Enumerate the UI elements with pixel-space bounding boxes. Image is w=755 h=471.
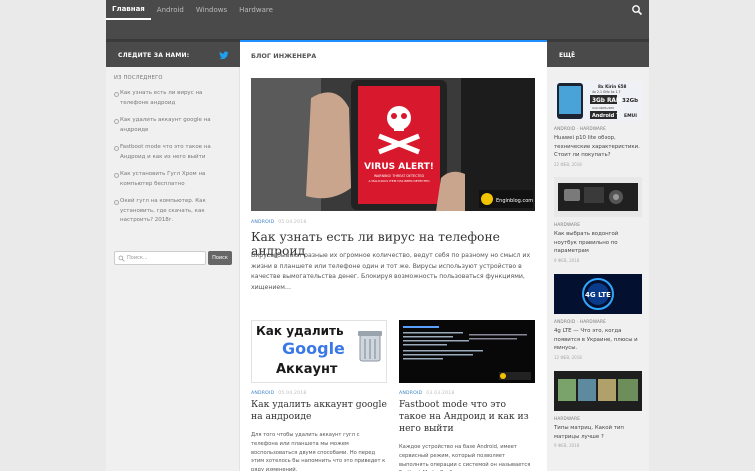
recent-heading: ИЗ ПОСЛЕДНЕГО [114,75,163,81]
blog-header: БЛОГ ИНЖЕНЕРА [240,40,547,67]
spec-text: EMUI [624,113,637,119]
nav-item-android[interactable]: Android [151,0,190,20]
main-content: VIRUS ALERT! WARNING! THREAT DETECTED A … [240,67,547,471]
image-logo-text: Enginblog.com [496,198,533,204]
sidebar-post-category[interactable]: HARDWARE [554,416,642,421]
recent-item[interactable]: Fastboot mode что это такое на Андроид и… [114,143,232,162]
thumb-text: Аккаунт [276,362,338,377]
thumb-text: Как удалить [256,324,344,338]
category-link[interactable]: ANDROID [251,220,274,225]
spec-text: Android 7 [592,113,620,119]
sidebar-post-thumbnail[interactable] [554,177,642,217]
category-link[interactable]: ANDROID [251,391,274,396]
spec-text: 4x 2.1 GHz 4x 1.7 [592,90,621,94]
left-sidebar: ИЗ ПОСЛЕДНЕГО Как узнать есть ли вирус н… [106,67,240,471]
sidebar-post-thumbnail[interactable] [554,371,642,411]
post-card: ANDROID 03.03.2018 Fastboot mode что это … [399,320,535,471]
search-icon[interactable] [631,4,643,16]
more-label: ЕЩЁ [559,52,576,59]
sidebar-post-category[interactable]: HARDWARE [554,222,642,227]
post-meta: ANDROID 05.04.2018 [251,391,387,396]
sidebar-post: 8x Kirin 658 4x 2.1 GHz 4x 1.7 3Gb RAM 3… [554,81,642,167]
post-thumbnail[interactable] [399,320,535,383]
post-meta: ANDROID 03.03.2018 [399,391,535,396]
sidebar-post-date: 9 ФЕВ, 2018 [554,443,580,449]
search-button[interactable]: Поиск [208,251,232,265]
sidebar-post-category[interactable]: ANDROID · HARDWARE [554,126,642,131]
sidebar-post: 4G LTE ANDROID · HARDWARE 4g LTE — Что э… [554,274,642,360]
nav-item-hardware[interactable]: Hardware [233,0,279,20]
sidebar-post-title[interactable]: Типы матриц. Какой тип матрицы лучше ? [554,424,642,441]
twitter-icon[interactable] [219,51,229,60]
nav-item-home[interactable]: Главная [106,0,151,20]
sidebar-post-thumbnail[interactable]: 8x Kirin 658 4x 2.1 GHz 4x 1.7 3Gb RAM 3… [554,81,642,121]
spec-text: 8x Kirin 658 [598,84,627,89]
sidebar-post-date: 22 ФЕВ, 2018 [554,162,582,168]
sidebar-post: HARDWARE Как выбрать водонгой ноутбук пр… [554,177,642,263]
post-date: 03.03.2018 [426,391,455,396]
search-placeholder: Поиск... [127,255,148,261]
post-date: 05.04.2018 [278,220,307,225]
sidebar-post-title[interactable]: Как выбрать водонгой ноутбук правильно п… [554,230,642,256]
recent-item[interactable]: Как удалить аккаунт google на андроиде [114,116,232,135]
virus-alert-text: VIRUS ALERT! [364,162,434,172]
post-title[interactable]: Fastboot mode что это такое на Андроид и… [399,399,535,435]
featured-image[interactable]: VIRUS ALERT! WARNING! THREAT DETECTED A … [251,78,535,211]
more-header: ЕЩЁ [547,40,649,67]
follow-us-label: СЛЕДИТЕ ЗА НАМИ: [118,52,190,59]
spec-text: microSIM+SIM [592,106,614,110]
search-icon [118,255,125,262]
sidebar-post: HARDWARE Типы матриц. Какой тип матрицы … [554,371,642,448]
sidebar-post-category[interactable]: ANDROID · HARDWARE [554,319,642,324]
recent-list: Как узнать есть ли вирус на телефоне анд… [114,89,232,234]
warning-text: WARNING! THREAT DETECTED [374,174,425,178]
post-title[interactable]: Как удалить аккаунт google на андроиде [251,399,387,423]
spec-text: 3Gb RAM [592,98,622,104]
featured-excerpt: Вирусы бывают разные их огромное количес… [251,252,531,291]
blog-title: БЛОГ ИНЖЕНЕРА [251,52,317,60]
right-sidebar: 8x Kirin 658 4x 2.1 GHz 4x 1.7 3Gb RAM 3… [547,67,649,471]
category-link[interactable]: ANDROID [399,391,422,396]
sidebar-post-title[interactable]: 4g LTE — Что это, когда появится в Украи… [554,327,642,353]
sidebar-post-date: 12 ФЕВ, 2018 [554,355,582,361]
search-input[interactable]: Поиск... [114,251,206,265]
nav-item-windows[interactable]: Windows [190,0,233,20]
post-excerpt: Каждое устройство на базе Android, имеет… [399,444,531,471]
sidebar-post-title[interactable]: Huawei p10 lite обзор, технические харак… [554,134,642,160]
lte-text: 4G LTE [585,291,611,299]
spec-text: 32Gb [622,98,638,104]
post-thumbnail[interactable]: Как удалить Google Аккаунт [251,320,387,383]
recent-item[interactable]: Окей гугл на компьютер. Как установить, … [114,197,232,226]
sidebar-post-date: 9 ФЕВ, 2018 [554,258,580,264]
recent-item[interactable]: Как узнать есть ли вирус на телефоне анд… [114,89,232,108]
post-excerpt: Для того чтобы удалить аккаунт гугл с те… [251,432,386,471]
featured-meta: ANDROID 05.04.2018 [251,220,307,225]
follow-us-header: СЛЕДИТЕ ЗА НАМИ: [106,40,240,67]
post-date: 05.04.2018 [278,391,307,396]
sidebar-post-thumbnail[interactable]: 4G LTE [554,274,642,314]
recent-item[interactable]: Как установить Гугл Хром на компьютер бе… [114,170,232,189]
main-nav: Главная Android Windows Hardware [106,0,279,20]
top-nav-bar: Главная Android Windows Hardware [106,0,649,40]
post-card: Как удалить Google Аккаунт ANDROID 05.04.… [251,320,387,471]
thumb-text: Google [282,339,345,358]
warning-text: A MALICIOUS ITEM HAS BEEN DETECTED [368,179,430,183]
